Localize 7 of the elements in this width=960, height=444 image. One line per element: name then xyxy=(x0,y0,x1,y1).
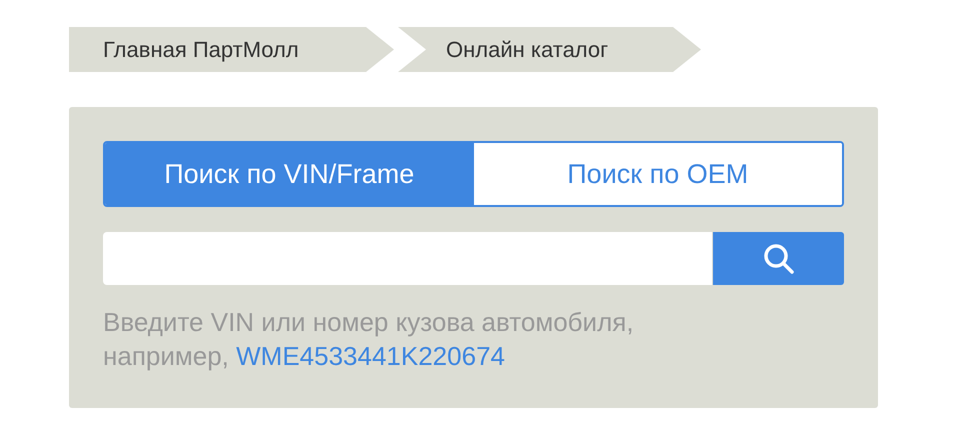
example-vin-link[interactable]: WME4533441K220674 xyxy=(236,341,505,371)
breadcrumb-link[interactable]: Онлайн каталог xyxy=(398,27,701,72)
hint-text: Введите VIN или номер кузова автомобиля, например, WME4533441K220674 xyxy=(103,306,635,373)
search-tab[interactable]: Поиск по VIN/Frame xyxy=(105,143,474,205)
vin-input-field[interactable] xyxy=(103,232,712,285)
breadcrumb-link[interactable]: Главная ПартМолл xyxy=(69,27,394,72)
search-button[interactable] xyxy=(713,232,844,285)
